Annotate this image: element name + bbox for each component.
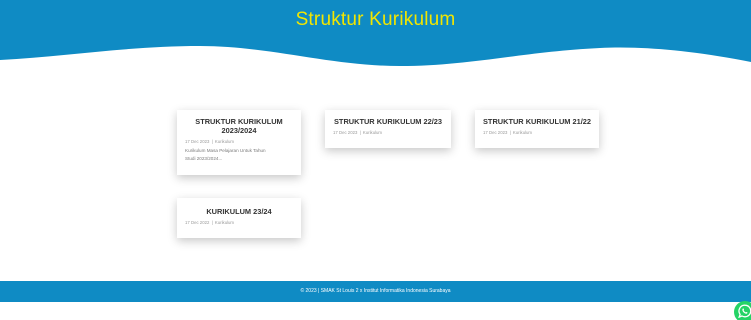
footer: © 2023 | SMAK St Louis 2 x Institut Info… [0, 281, 751, 302]
whatsapp-icon [738, 304, 751, 319]
post-meta: 17 Dec 2023 | Kurikulum [333, 130, 443, 135]
post-category[interactable]: Kurikulum [513, 130, 532, 135]
post-category[interactable]: Kurikulum [215, 139, 234, 144]
meta-separator: | [211, 220, 213, 225]
post-title[interactable]: STRUKTUR KURIKULUM 2023/2024 [185, 117, 293, 135]
footer-copyright: © 2023 | SMAK St Louis 2 x Institut Info… [300, 288, 451, 294]
meta-separator: | [359, 130, 361, 135]
post-date: 17 Dec 2022 [185, 220, 210, 225]
post-date: 17 Dec 2023 [333, 130, 358, 135]
post-card[interactable]: STRUKTUR KURIKULUM 22/23 17 Dec 2023 | K… [325, 110, 451, 148]
meta-separator: | [211, 139, 213, 144]
post-card[interactable]: STRUKTUR KURIKULUM 2023/2024 17 Dec 2023… [177, 110, 301, 175]
page-header: Struktur Kurikulum [0, 0, 751, 72]
page: Struktur Kurikulum STRUKTUR KURIKULUM 20… [0, 0, 751, 320]
whatsapp-button[interactable] [734, 301, 751, 320]
post-excerpt: Kurikulum Masa Pelajaran Untuk Tahun Stu… [185, 148, 266, 161]
post-meta: 17 Dec 2023 | Kurikulum [483, 130, 591, 135]
post-category[interactable]: Kurikulum [215, 220, 234, 225]
post-card[interactable]: KURIKULUM 23/24 17 Dec 2022 | Kurikulum [177, 198, 301, 238]
post-card[interactable]: STRUKTUR KURIKULUM 21/22 17 Dec 2023 | K… [475, 110, 599, 148]
post-title[interactable]: STRUKTUR KURIKULUM 21/22 [483, 117, 591, 126]
post-meta: 17 Dec 2023 | Kurikulum [185, 139, 293, 144]
post-category[interactable]: Kurikulum [363, 130, 382, 135]
post-title[interactable]: STRUKTUR KURIKULUM 22/23 [333, 117, 443, 126]
post-date: 17 Dec 2023 [483, 130, 508, 135]
post-meta: 17 Dec 2022 | Kurikulum [185, 220, 293, 225]
post-date: 17 Dec 2023 [185, 139, 210, 144]
post-title[interactable]: KURIKULUM 23/24 [185, 207, 293, 216]
meta-separator: | [509, 130, 511, 135]
page-title: Struktur Kurikulum [295, 9, 456, 30]
